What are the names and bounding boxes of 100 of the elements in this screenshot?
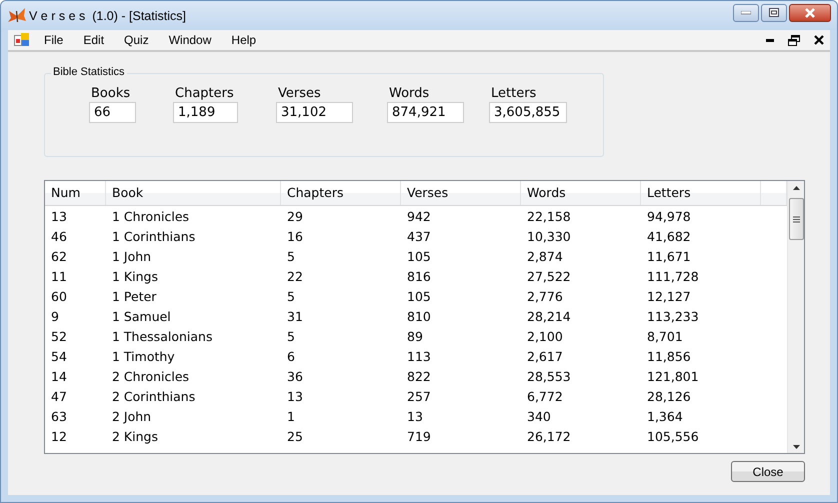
scroll-up-icon[interactable] xyxy=(792,186,800,190)
table-cell-text: 13 xyxy=(50,208,68,224)
table-cell-text: 26,172 xyxy=(526,428,572,444)
table-cell-text: 1 John xyxy=(111,248,152,264)
table-cell-text: 105,556 xyxy=(646,428,700,444)
table-cell-text: 113 xyxy=(406,348,432,364)
stat-field[interactable]: 3,605,855 xyxy=(489,102,567,123)
table-cell-text: 437 xyxy=(406,228,432,244)
table-cell-text: 9 xyxy=(50,308,60,324)
scroll-thumb[interactable] xyxy=(788,198,804,240)
menu-item[interactable]: Edit xyxy=(83,33,104,47)
table-cell-text: 111,728 xyxy=(646,268,700,284)
table-cell-text: 22,158 xyxy=(526,208,572,224)
field-label: Verses xyxy=(278,86,322,101)
table-cell-text: 2,100 xyxy=(526,328,564,344)
table-cell-text: 105 xyxy=(406,248,432,264)
table-cell-text: 5 xyxy=(286,328,296,344)
stat-field[interactable]: 1,189 xyxy=(173,102,238,123)
table-cell-text: 1 Chronicles xyxy=(111,208,190,224)
table-cell-text: 41,682 xyxy=(646,228,692,244)
table-cell-text: 822 xyxy=(406,368,432,384)
column-header[interactable]: Num xyxy=(45,181,106,205)
maximize-button[interactable] xyxy=(761,4,787,22)
close-icon[interactable] xyxy=(814,35,824,45)
table-cell-text: 62 xyxy=(50,248,68,264)
table-cell-text: 2 Kings xyxy=(111,428,159,444)
table-cell-text: 27,522 xyxy=(526,268,572,284)
scroll-down-icon[interactable] xyxy=(792,445,800,449)
table-cell-text: 2,874 xyxy=(526,248,564,264)
table-cell-text: 29 xyxy=(286,208,304,224)
maximize-icon xyxy=(769,8,779,17)
scrollbar[interactable] xyxy=(787,181,804,453)
table-cell-text: 942 xyxy=(406,208,432,224)
field-label: Books xyxy=(91,86,132,101)
table-cell-text: 2 Chronicles xyxy=(111,368,190,384)
table-cell-text: 11 xyxy=(50,268,68,284)
table-cell-text: 28,126 xyxy=(646,388,692,404)
table-cell-text: 14 xyxy=(50,368,68,384)
table-cell-text: 1 Thessalonians xyxy=(111,328,214,344)
butterfly-icon xyxy=(7,6,27,24)
column-header[interactable]: Chapters xyxy=(281,181,401,205)
field-label: Chapters xyxy=(175,86,235,101)
table-cell-text: 11,671 xyxy=(646,248,692,264)
minimize-icon[interactable] xyxy=(766,38,774,42)
table-cell-text: 52 xyxy=(50,328,68,344)
column-header[interactable]: Letters xyxy=(641,181,761,205)
table-cell-text: 6,772 xyxy=(526,388,564,404)
table-cell-text: 121,801 xyxy=(646,368,700,384)
table-cell-text: 47 xyxy=(50,388,68,404)
table-cell-text: 257 xyxy=(406,388,432,404)
table-cell-text: 46 xyxy=(50,228,68,244)
stat-field[interactable]: 31,102 xyxy=(276,102,353,123)
table-cell-text: 60 xyxy=(50,288,68,304)
column-header[interactable]: Verses xyxy=(401,181,521,205)
menu-item[interactable]: File xyxy=(44,33,64,47)
table-cell-text: 13 xyxy=(286,388,304,404)
table-cell-text: 719 xyxy=(406,428,432,444)
table-cell-text: 1 xyxy=(286,408,296,424)
table-cell-text: 2 Corinthians xyxy=(111,388,196,404)
table-cell-text: 12,127 xyxy=(646,288,692,304)
field-label: Letters xyxy=(491,86,538,101)
table-cell-text: 1,364 xyxy=(646,408,684,424)
table-cell-text: 25 xyxy=(286,428,304,444)
table-cell-text: 94,978 xyxy=(646,208,692,224)
table-cell-text: 13 xyxy=(406,408,424,424)
table-cell-text: 1 Kings xyxy=(111,268,159,284)
table-cell-text: 12 xyxy=(50,428,68,444)
column-header[interactable]: Book xyxy=(106,181,281,205)
stat-field[interactable]: 66 xyxy=(89,102,136,123)
table-cell-text: 22 xyxy=(286,268,304,284)
minimize-icon xyxy=(741,10,751,14)
table-cell-text: 10,330 xyxy=(526,228,572,244)
table-cell-text: 89 xyxy=(406,328,424,344)
table-cell-text: 1 Peter xyxy=(111,288,158,304)
table-cell-text: 105 xyxy=(406,288,432,304)
close-icon xyxy=(804,8,816,18)
table-cell-text: 11,856 xyxy=(646,348,692,364)
table-cell-text: 36 xyxy=(286,368,304,384)
close-button[interactable]: Close xyxy=(731,461,805,482)
stat-field[interactable]: 874,921 xyxy=(387,102,464,123)
table-cell-text: 5 xyxy=(286,288,296,304)
table-cell-text: 113,233 xyxy=(646,308,700,324)
table-cell-text: 8,701 xyxy=(646,328,684,344)
menu-item[interactable]: Help xyxy=(231,33,256,47)
table-cell-text: 5 xyxy=(286,248,296,264)
restore-icon[interactable] xyxy=(788,34,800,46)
table-cell-text: 810 xyxy=(406,308,432,324)
table-cell-text: 28,553 xyxy=(526,368,572,384)
table-cell-text: 1 Timothy xyxy=(111,348,176,364)
column-header[interactable]: Words xyxy=(521,181,641,205)
table-cell-text: 6 xyxy=(286,348,296,364)
table-cell-text: 63 xyxy=(50,408,68,424)
field-label: Words xyxy=(389,86,430,101)
menu-item[interactable]: Quiz xyxy=(124,33,149,47)
table-cell-text: 816 xyxy=(406,268,432,284)
close-window-button[interactable] xyxy=(789,4,831,22)
table-cell-text: 1 Corinthians xyxy=(111,228,196,244)
menu-item[interactable]: Window xyxy=(168,33,212,47)
table-cell-text: 340 xyxy=(526,408,552,424)
table-cell-text: 2,617 xyxy=(526,348,564,364)
